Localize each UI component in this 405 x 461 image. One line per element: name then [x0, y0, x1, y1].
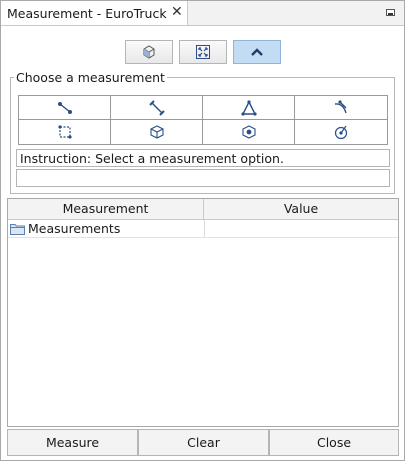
close-button[interactable]: Close	[269, 429, 399, 456]
chevron-up-icon	[251, 48, 263, 56]
fit-view-icon	[196, 45, 210, 59]
tab-title: Measurement - EuroTruck	[7, 6, 167, 21]
minimum-distance-icon	[148, 99, 165, 116]
column-header-measurement[interactable]: Measurement	[8, 199, 204, 219]
clear-button[interactable]: Clear	[138, 429, 269, 456]
circle-diameter-button[interactable]	[295, 120, 387, 144]
row-measurement-label: Measurements	[28, 221, 121, 236]
tab-bar: Measurement - EuroTruck ✕	[1, 1, 404, 26]
volume-icon	[149, 125, 164, 139]
column-header-value[interactable]: Value	[204, 199, 398, 219]
fit-view-button[interactable]	[179, 40, 227, 64]
minimize-button[interactable]	[386, 9, 395, 16]
folder-icon	[10, 224, 25, 235]
row-divider	[204, 220, 205, 237]
area-icon	[57, 125, 72, 139]
view-cube-button[interactable]	[125, 40, 173, 64]
measurement-table: Measurement Value Measurements	[7, 198, 399, 427]
group-title: Choose a measurement	[14, 70, 167, 85]
measure-button[interactable]: Measure	[7, 429, 138, 456]
point-to-point-button[interactable]	[19, 96, 111, 120]
tab-measurement[interactable]: Measurement - EuroTruck ✕	[1, 1, 188, 25]
angle-icon	[240, 99, 257, 116]
minimum-distance-button[interactable]	[111, 96, 203, 120]
center-of-gravity-button[interactable]	[203, 120, 295, 144]
measurement-options-grid	[18, 95, 388, 145]
volume-button[interactable]	[111, 120, 203, 144]
angle-button[interactable]	[203, 96, 295, 120]
instruction-text: Instruction: Select a measurement option…	[16, 149, 390, 167]
table-row[interactable]: Measurements	[8, 220, 398, 238]
circle-diameter-icon	[334, 125, 348, 140]
table-header: Measurement Value	[8, 199, 398, 220]
close-icon[interactable]: ✕	[171, 4, 183, 20]
collapse-button[interactable]	[233, 40, 281, 64]
point-to-point-icon	[57, 101, 72, 114]
result-field	[16, 169, 390, 187]
area-button[interactable]	[19, 120, 111, 144]
measurement-panel: Measurement - EuroTruck ✕ Choose a measu…	[0, 0, 405, 461]
arc-angle-button[interactable]	[295, 96, 387, 120]
arc-angle-icon	[334, 99, 347, 113]
center-of-gravity-icon	[241, 125, 256, 139]
view-cube-icon	[143, 45, 155, 59]
